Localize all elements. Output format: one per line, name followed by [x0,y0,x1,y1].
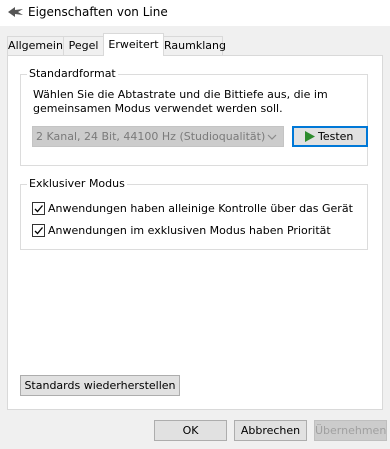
restore-defaults-button[interactable]: Standards wiederherstellen [20,375,180,396]
ok-button[interactable]: OK [154,420,227,441]
tab-raumklang[interactable]: Raumklang [163,36,226,55]
exclusive-priority-label: Anwendungen im exklusiven Modus haben Pr… [48,224,331,237]
group-label-standardformat: Standardformat [27,67,118,81]
chevron-down-icon [267,134,277,140]
speaker-icon [8,7,23,17]
group-exclusive: Exklusiver Modus [20,177,368,250]
checkmark-icon [34,205,43,213]
group-label-exclusive: Exklusiver Modus [27,177,127,191]
tab-erweitert[interactable]: Erweitert [103,33,164,56]
title-bar: Eigenschaften von Line [0,0,390,26]
test-button[interactable]: Testen [292,126,368,147]
format-select-value: 2 Kanal, 24 Bit, 44100 Hz (Studioqualitä… [36,130,266,143]
test-button-label: Testen [318,130,354,143]
window-title: Eigenschaften von Line [28,5,168,19]
format-description: Wählen Sie die Abtastrate und die Bittie… [33,88,328,115]
tab-allgemein[interactable]: Allgemein [7,36,64,55]
exclusive-control-label: Anwendungen haben alleinige Kontrolle üb… [48,202,353,215]
exclusive-control-checkbox[interactable] [32,202,45,215]
play-icon [305,131,315,142]
cancel-button[interactable]: Abbrechen [234,420,307,441]
apply-button[interactable]: Übernehmen [314,420,387,441]
format-select[interactable]: 2 Kanal, 24 Bit, 44100 Hz (Studioqualitä… [32,126,284,147]
tab-pegel[interactable]: Pegel [63,36,104,55]
checkmark-icon [34,227,43,235]
exclusive-priority-checkbox[interactable] [32,224,45,237]
